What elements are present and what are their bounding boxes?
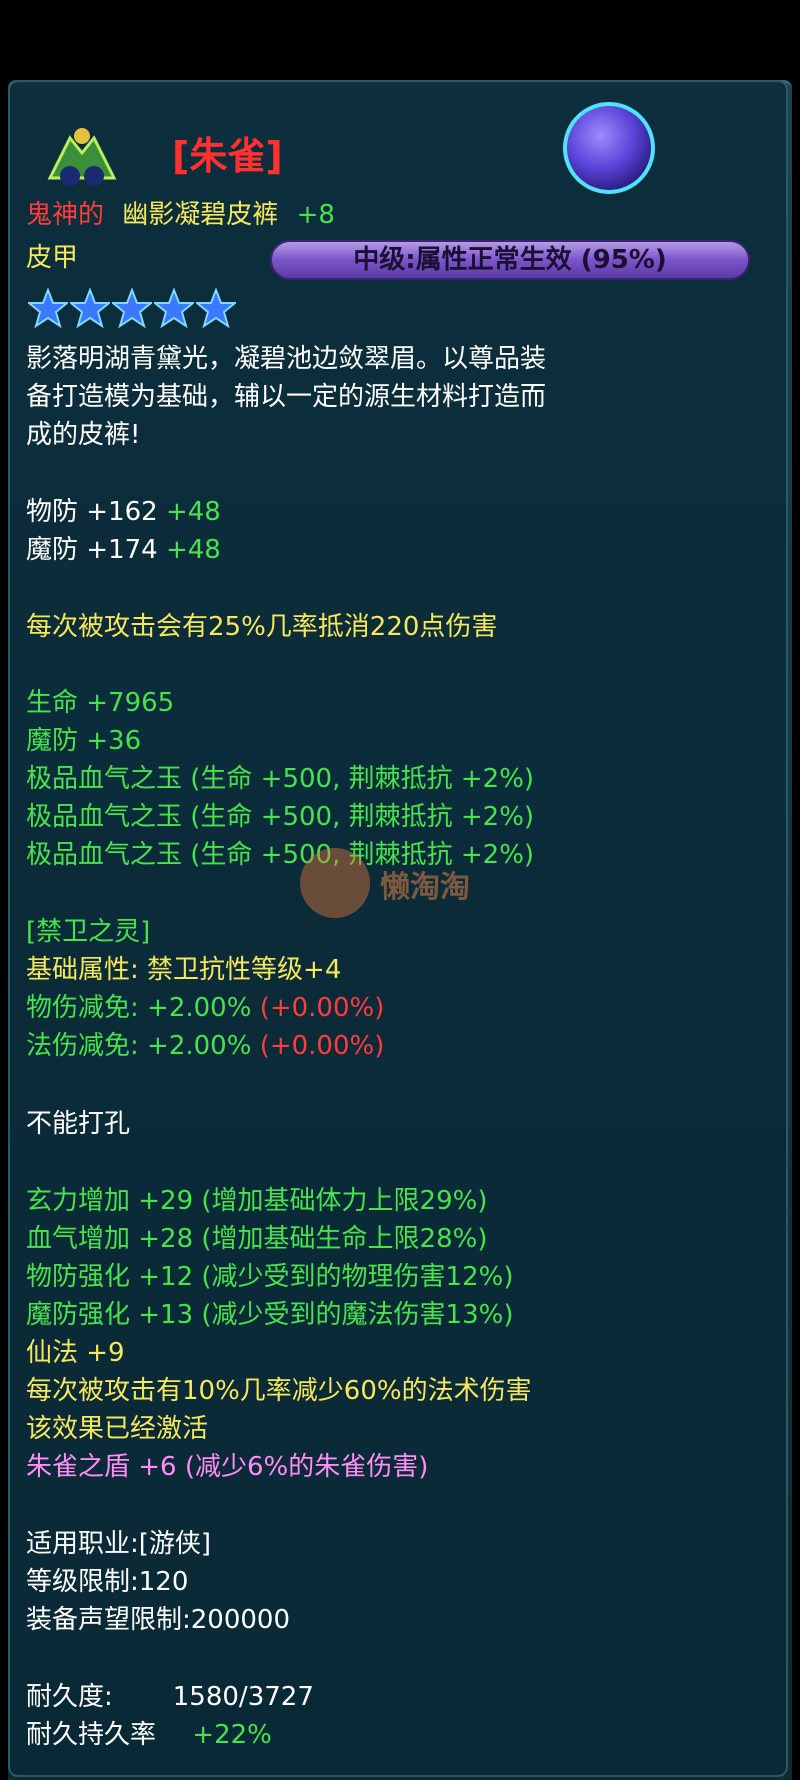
socket-status: 不能打孔	[26, 1109, 131, 1139]
item-type: 皮甲	[26, 243, 79, 273]
level-requirement: 等级限制:120	[26, 1567, 189, 1597]
refine-line: 物防强化 +12 (减少受到的物理伤害12%)	[26, 1262, 514, 1292]
guard-spirit-title: [禁卫之灵]	[26, 917, 151, 947]
star-rating	[28, 288, 238, 332]
watermark-text: 懒淘淘	[380, 870, 470, 905]
effect-status-bar: 中级:属性正常生效 (95%)	[270, 240, 750, 280]
defense-line: 魔防 +174 +48	[26, 535, 221, 565]
star-icon	[196, 288, 236, 328]
prestige-requirement: 装备声望限制:200000	[26, 1605, 291, 1635]
description-line: 影落明湖青黛光，凝碧池边敛翠眉。以尊品装	[26, 344, 547, 374]
item-name-tag: [朱雀]	[172, 134, 283, 178]
item-enhance: +8	[296, 200, 335, 230]
refine-line: 魔防强化 +13 (减少受到的魔法伤害13%)	[26, 1300, 514, 1330]
star-icon	[70, 288, 110, 328]
attribute-line: 极品血气之玉 (生命 +500, 荆棘抵抗 +2%)	[26, 764, 535, 794]
magic-line: 仙法 +9	[26, 1338, 125, 1368]
guard-spirit-base: 基础属性: 禁卫抗性等级+4	[26, 955, 342, 985]
refine-line: 玄力增加 +29 (增加基础体力上限29%)	[26, 1186, 488, 1216]
description-line: 备打造模为基础，辅以一定的源生材料打造而	[26, 382, 547, 412]
description-line: 成的皮裤!	[26, 420, 141, 450]
durability-rate-line: 耐久持久率 +22%	[26, 1720, 272, 1750]
magic-line: 该效果已经激活	[26, 1414, 209, 1444]
guard-spirit-line: 法伤减免: +2.00% (+0.00%)	[26, 1031, 385, 1061]
star-icon	[28, 288, 68, 328]
guard-spirit-line: 物伤减免: +2.00% (+0.00%)	[26, 993, 385, 1023]
item-title-line: 鬼神的 幽影凝碧皮裤 +8	[26, 198, 335, 232]
magic-line: 每次被攻击有10%几率减少60%的法术伤害	[26, 1376, 532, 1406]
attribute-line: 魔防 +36	[26, 726, 142, 756]
watermark-logo	[300, 848, 370, 918]
binding-badge-icon[interactable]	[563, 102, 655, 194]
suzaku-shield-line: 朱雀之盾 +6 (减少6%的朱雀伤害)	[26, 1452, 429, 1482]
attribute-line: 极品血气之玉 (生命 +500, 荆棘抵抗 +2%)	[26, 802, 535, 832]
attribute-line: 生命 +7965	[26, 688, 175, 718]
star-icon	[154, 288, 194, 328]
item-icon	[47, 128, 117, 186]
item-prefix: 鬼神的	[26, 200, 105, 230]
defense-line: 物防 +162 +48	[26, 497, 221, 527]
item-title: 幽影凝碧皮裤	[122, 200, 279, 230]
durability-line: 耐久度: 1580/3727	[26, 1682, 314, 1712]
star-icon	[112, 288, 152, 328]
refine-line: 血气增加 +28 (增加基础生命上限28%)	[26, 1224, 488, 1254]
class-requirement: 适用职业:[游侠]	[26, 1529, 212, 1559]
special-effect: 每次被攻击会有25%几率抵消220点伤害	[26, 612, 498, 642]
